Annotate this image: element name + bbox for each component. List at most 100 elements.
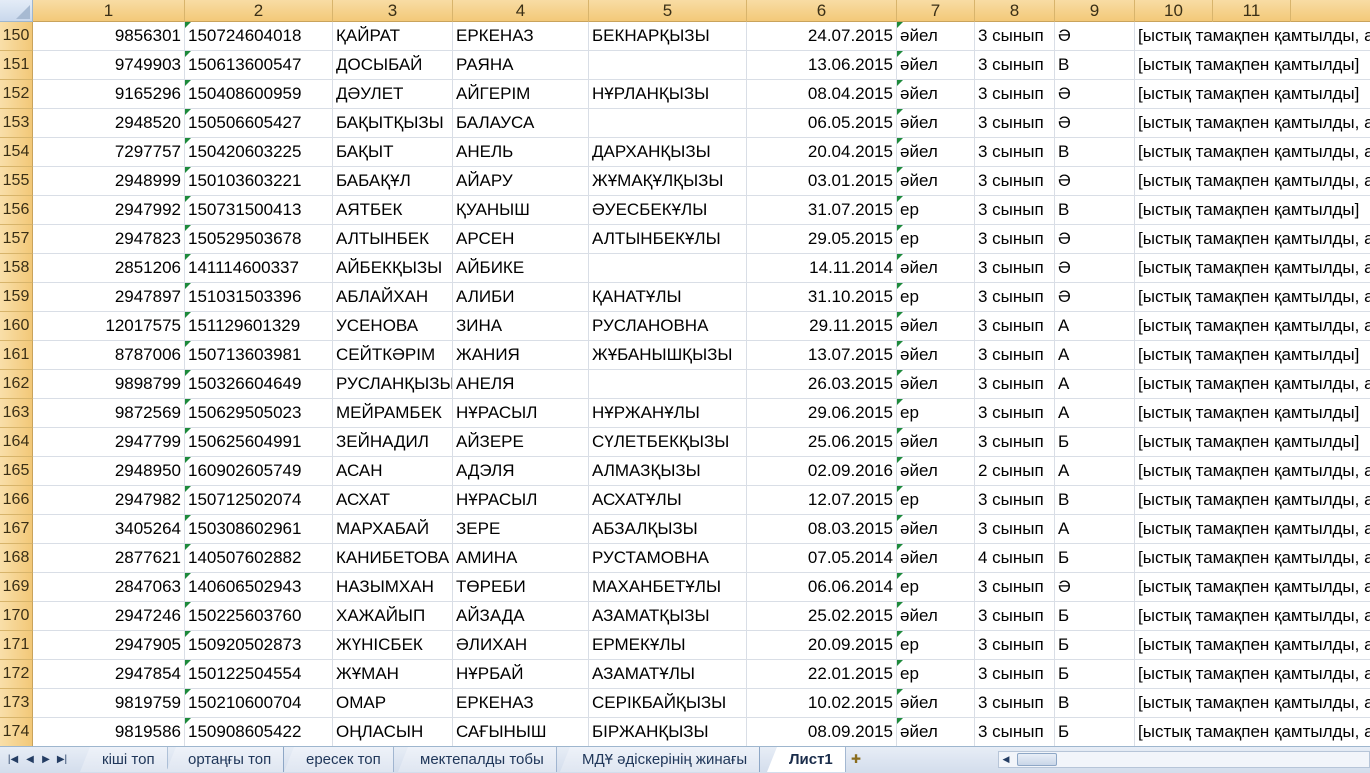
cell-c1[interactable]: 8787006	[33, 341, 185, 370]
cell-c5[interactable]: СЕРІКБАЙҚЫЗЫ	[589, 689, 747, 718]
column-header-12[interactable]	[1291, 0, 1370, 22]
cell-c1[interactable]: 2948950	[33, 457, 185, 486]
cell-c3[interactable]: БАҚЫТҚЫЗЫ	[333, 109, 453, 138]
cell-c9[interactable]: В	[1055, 486, 1135, 515]
cell-c7[interactable]: әйел	[897, 167, 975, 196]
cell-c7[interactable]: әйел	[897, 457, 975, 486]
cell-c10[interactable]: [ыстық тамақпен қамтылды, а	[1135, 22, 1370, 51]
cell-c4[interactable]: АНЕЛЯ	[453, 370, 589, 399]
cell-c4[interactable]: АЙГЕРІМ	[453, 80, 589, 109]
cell-c2[interactable]: 150629505023	[185, 399, 333, 428]
cell-c5[interactable]: РУСТАМОВНА	[589, 544, 747, 573]
cell-c3[interactable]: БАҚЫТ	[333, 138, 453, 167]
cell-c8[interactable]: 3 сынып	[975, 631, 1055, 660]
cell-c6[interactable]: 31.07.2015	[747, 196, 897, 225]
cell-c6[interactable]: 29.06.2015	[747, 399, 897, 428]
cell-c3[interactable]: АБЛАЙХАН	[333, 283, 453, 312]
cell-c4[interactable]: ҚУАНЫШ	[453, 196, 589, 225]
cell-c9[interactable]: А	[1055, 312, 1135, 341]
cell-c10[interactable]: [ыстық тамақпен қамтылды, а	[1135, 515, 1370, 544]
cell-c4[interactable]: ЕРКЕНАЗ	[453, 22, 589, 51]
cell-c6[interactable]: 02.09.2016	[747, 457, 897, 486]
cell-c4[interactable]: АЙБИКЕ	[453, 254, 589, 283]
cell-c5[interactable]: ӘУЕСБЕКҰЛЫ	[589, 196, 747, 225]
row-header[interactable]: 159	[0, 283, 33, 312]
cell-c10[interactable]: [ыстық тамақпен қамтылды]	[1135, 196, 1370, 225]
cell-c10[interactable]: [ыстық тамақпен қамтылды, а	[1135, 225, 1370, 254]
row-header[interactable]: 155	[0, 167, 33, 196]
cell-c3[interactable]: ҚАЙРАТ	[333, 22, 453, 51]
next-sheet-icon[interactable]: ▶	[39, 752, 53, 768]
cell-c8[interactable]: 3 сынып	[975, 399, 1055, 428]
cell-c3[interactable]: ОМАР	[333, 689, 453, 718]
cell-c6[interactable]: 25.06.2015	[747, 428, 897, 457]
cell-c1[interactable]: 2947982	[33, 486, 185, 515]
cell-c7[interactable]: ер	[897, 399, 975, 428]
cell-c4[interactable]: АНЕЛЬ	[453, 138, 589, 167]
cell-c8[interactable]: 3 сынып	[975, 515, 1055, 544]
cell-c7[interactable]: әйел	[897, 602, 975, 631]
cell-c9[interactable]: Ә	[1055, 225, 1135, 254]
cell-c3[interactable]: АЛТЫНБЕК	[333, 225, 453, 254]
row-header[interactable]: 158	[0, 254, 33, 283]
cell-c6[interactable]: 08.04.2015	[747, 80, 897, 109]
cell-c7[interactable]: ер	[897, 196, 975, 225]
cell-c8[interactable]: 3 сынып	[975, 109, 1055, 138]
cell-c10[interactable]: [ыстық тамақпен қамтылды, а	[1135, 370, 1370, 399]
cell-c7[interactable]: әйел	[897, 138, 975, 167]
cell-c3[interactable]: ОҢЛАСЫН	[333, 718, 453, 746]
cell-c5[interactable]	[589, 254, 747, 283]
row-header[interactable]: 168	[0, 544, 33, 573]
row-header[interactable]: 154	[0, 138, 33, 167]
cell-c10[interactable]: [ыстық тамақпен қамтылды, а	[1135, 457, 1370, 486]
cell-c9[interactable]: Ә	[1055, 254, 1135, 283]
row-header[interactable]: 156	[0, 196, 33, 225]
cell-c4[interactable]: НҰРАСЫЛ	[453, 399, 589, 428]
cell-c2[interactable]: 150529503678	[185, 225, 333, 254]
cell-c10[interactable]: [ыстық тамақпен қамтылды]	[1135, 428, 1370, 457]
column-header-4[interactable]: 4	[453, 0, 589, 22]
cell-c7[interactable]: әйел	[897, 254, 975, 283]
cell-c6[interactable]: 07.05.2014	[747, 544, 897, 573]
cell-c7[interactable]: ер	[897, 283, 975, 312]
cell-c1[interactable]: 2947799	[33, 428, 185, 457]
cell-c3[interactable]: СЕЙТКӘРІМ	[333, 341, 453, 370]
cell-c9[interactable]: Б	[1055, 602, 1135, 631]
row-header[interactable]: 171	[0, 631, 33, 660]
cell-c4[interactable]: ЖАНИЯ	[453, 341, 589, 370]
cell-c6[interactable]: 22.01.2015	[747, 660, 897, 689]
cell-c2[interactable]: 141114600337	[185, 254, 333, 283]
cell-c3[interactable]: КАНИБЕТОВА	[333, 544, 453, 573]
cell-c9[interactable]: В	[1055, 51, 1135, 80]
row-header[interactable]: 174	[0, 718, 33, 746]
cell-c7[interactable]: әйел	[897, 109, 975, 138]
cell-c8[interactable]: 3 сынып	[975, 602, 1055, 631]
cell-c5[interactable]	[589, 370, 747, 399]
cell-c4[interactable]: АДЭЛЯ	[453, 457, 589, 486]
cell-c5[interactable]: РУСЛАНОВНА	[589, 312, 747, 341]
cell-c1[interactable]: 2947905	[33, 631, 185, 660]
cell-c2[interactable]: 150308602961	[185, 515, 333, 544]
last-sheet-icon[interactable]: ▶|	[55, 752, 69, 768]
cell-c5[interactable]: АЗАМАТҰЛЫ	[589, 660, 747, 689]
cell-c6[interactable]: 29.11.2015	[747, 312, 897, 341]
cell-c1[interactable]: 2948999	[33, 167, 185, 196]
row-header[interactable]: 173	[0, 689, 33, 718]
cell-c2[interactable]: 150408600959	[185, 80, 333, 109]
cell-c2[interactable]: 150103603221	[185, 167, 333, 196]
cell-c6[interactable]: 14.11.2014	[747, 254, 897, 283]
cell-c6[interactable]: 12.07.2015	[747, 486, 897, 515]
cell-c6[interactable]: 08.03.2015	[747, 515, 897, 544]
cell-c2[interactable]: 150122504554	[185, 660, 333, 689]
cell-c4[interactable]: ЗЕРЕ	[453, 515, 589, 544]
cell-c4[interactable]: АРСЕН	[453, 225, 589, 254]
cell-c4[interactable]: АЛИБИ	[453, 283, 589, 312]
column-header-5[interactable]: 5	[589, 0, 747, 22]
cell-c9[interactable]: Б	[1055, 544, 1135, 573]
cell-c8[interactable]: 3 сынып	[975, 51, 1055, 80]
cell-c3[interactable]: ХАЖАЙЫП	[333, 602, 453, 631]
cell-c9[interactable]: Ә	[1055, 109, 1135, 138]
cell-c5[interactable]: ҚАНАТҰЛЫ	[589, 283, 747, 312]
cell-c8[interactable]: 3 сынып	[975, 573, 1055, 602]
row-header[interactable]: 157	[0, 225, 33, 254]
